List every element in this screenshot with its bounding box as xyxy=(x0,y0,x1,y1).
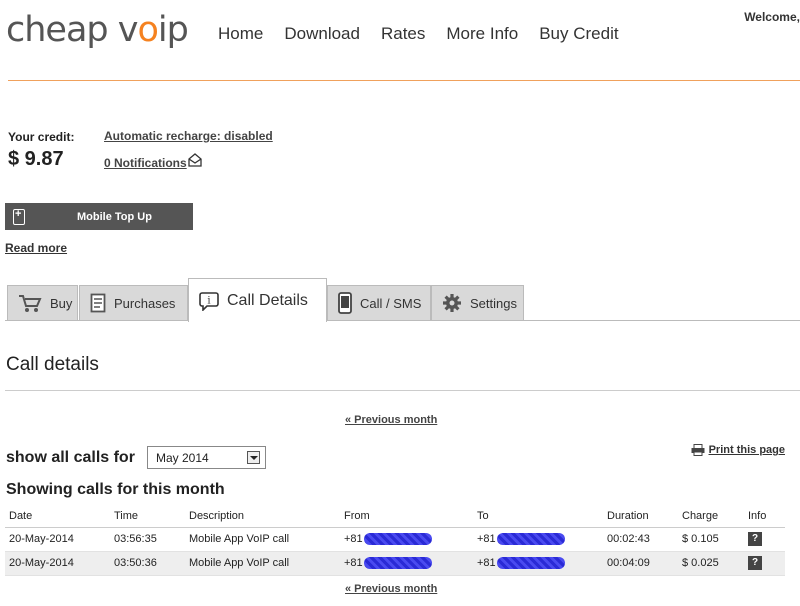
to-number: +81 xyxy=(477,532,496,545)
cell-charge: $ 0.025 xyxy=(678,551,744,576)
document-icon xyxy=(90,293,106,313)
redaction-mark xyxy=(496,557,565,570)
tab-call-details-label: Call Details xyxy=(227,291,308,309)
column-header-date: Date xyxy=(5,505,110,528)
cell-from: +81 xyxy=(340,527,473,552)
mobile-phone-icon xyxy=(338,292,352,314)
tab-call-sms[interactable]: Call / SMS xyxy=(327,285,431,320)
printer-icon xyxy=(691,444,705,456)
tab-buy[interactable]: Buy xyxy=(7,285,78,320)
column-header-info: Info xyxy=(744,505,785,528)
tab-buy-label: Buy xyxy=(50,295,73,311)
read-more-link[interactable]: Read more xyxy=(5,241,67,255)
tab-purchases[interactable]: Purchases xyxy=(79,285,188,320)
print-page-link[interactable]: Print this page xyxy=(691,444,785,456)
section-divider xyxy=(5,390,800,391)
show-calls-label: show all calls for xyxy=(6,449,135,466)
tab-purchases-label: Purchases xyxy=(114,295,176,311)
cell-date: 20-May-2014 xyxy=(5,551,110,576)
svg-text:i: i xyxy=(207,295,210,306)
info-bubble-icon: i xyxy=(199,291,219,311)
from-number: +81 xyxy=(344,556,363,569)
table-row: 20-May-2014 03:50:36 Mobile App VoIP cal… xyxy=(5,551,785,576)
redaction-mark xyxy=(363,557,432,570)
previous-month-link-top[interactable]: « Previous month xyxy=(345,414,437,426)
welcome-text: Welcome, xyxy=(744,10,800,24)
nav-download[interactable]: Download xyxy=(284,24,360,44)
cell-from: +81 xyxy=(340,551,473,576)
cell-info: ? xyxy=(744,527,785,552)
mobile-topup-icon xyxy=(13,208,25,225)
tab-call-sms-label: Call / SMS xyxy=(360,295,422,311)
mobile-topup-label: Mobile Top Up xyxy=(77,210,152,223)
cell-to: +81 xyxy=(473,527,603,552)
cell-info: ? xyxy=(744,551,785,576)
table-row: 20-May-2014 03:56:35 Mobile App VoIP cal… xyxy=(5,527,785,552)
cell-to: +81 xyxy=(473,551,603,576)
mobile-topup-button[interactable]: Mobile Top Up xyxy=(5,203,193,230)
from-number: +81 xyxy=(344,532,363,545)
column-header-to: To xyxy=(473,505,603,528)
logo[interactable]: cheap voip xyxy=(6,10,189,50)
cell-time: 03:56:35 xyxy=(110,527,185,552)
print-page-label: Print this page xyxy=(708,444,785,456)
cart-icon xyxy=(19,295,42,312)
month-select-value: May 2014 xyxy=(156,451,209,465)
column-header-duration: Duration xyxy=(603,505,678,528)
month-select[interactable]: May 2014 xyxy=(147,446,266,469)
auto-recharge-link[interactable]: Automatic recharge: disabled xyxy=(104,129,273,143)
nav-buy-credit[interactable]: Buy Credit xyxy=(539,24,618,44)
call-details-table: Date Time Description From To Duration C… xyxy=(5,505,785,576)
table-header-row: Date Time Description From To Duration C… xyxy=(5,505,785,528)
cell-description: Mobile App VoIP call xyxy=(185,527,340,552)
gear-icon xyxy=(443,294,461,312)
tab-call-details[interactable]: i Call Details xyxy=(188,278,327,322)
nav-home[interactable]: Home xyxy=(218,24,263,44)
previous-month-link-bottom[interactable]: « Previous month xyxy=(345,583,437,595)
header-divider xyxy=(8,80,800,81)
envelope-icon[interactable] xyxy=(188,152,202,168)
nav-rates[interactable]: Rates xyxy=(381,24,425,44)
redaction-mark xyxy=(363,533,432,546)
tab-settings-label: Settings xyxy=(470,295,517,311)
chevron-down-icon[interactable] xyxy=(247,451,260,464)
cell-charge: $ 0.105 xyxy=(678,527,744,552)
redaction-mark xyxy=(496,533,565,546)
cell-date: 20-May-2014 xyxy=(5,527,110,552)
showing-calls-heading: Showing calls for this month xyxy=(6,481,225,498)
column-header-from: From xyxy=(340,505,473,528)
tab-settings[interactable]: Settings xyxy=(431,285,524,320)
credit-label: Your credit: xyxy=(8,130,75,144)
cell-time: 03:50:36 xyxy=(110,551,185,576)
credit-value: $ 9.87 xyxy=(8,148,64,170)
column-header-charge: Charge xyxy=(678,505,744,528)
info-icon[interactable]: ? xyxy=(748,532,762,546)
nav-more-info[interactable]: More Info xyxy=(446,24,518,44)
page-title: Call details xyxy=(6,354,99,375)
account-tabs: Buy Purchases i Call Details Call / SMS … xyxy=(5,278,800,322)
notifications-link[interactable]: 0 Notifications xyxy=(104,156,187,170)
cell-description: Mobile App VoIP call xyxy=(185,551,340,576)
cell-duration: 00:02:43 xyxy=(603,527,678,552)
column-header-time: Time xyxy=(110,505,185,528)
to-number: +81 xyxy=(477,556,496,569)
info-icon[interactable]: ? xyxy=(748,556,762,570)
cell-duration: 00:04:09 xyxy=(603,551,678,576)
column-header-description: Description xyxy=(185,505,340,528)
main-nav: Home Download Rates More Info Buy Credit xyxy=(218,24,640,44)
